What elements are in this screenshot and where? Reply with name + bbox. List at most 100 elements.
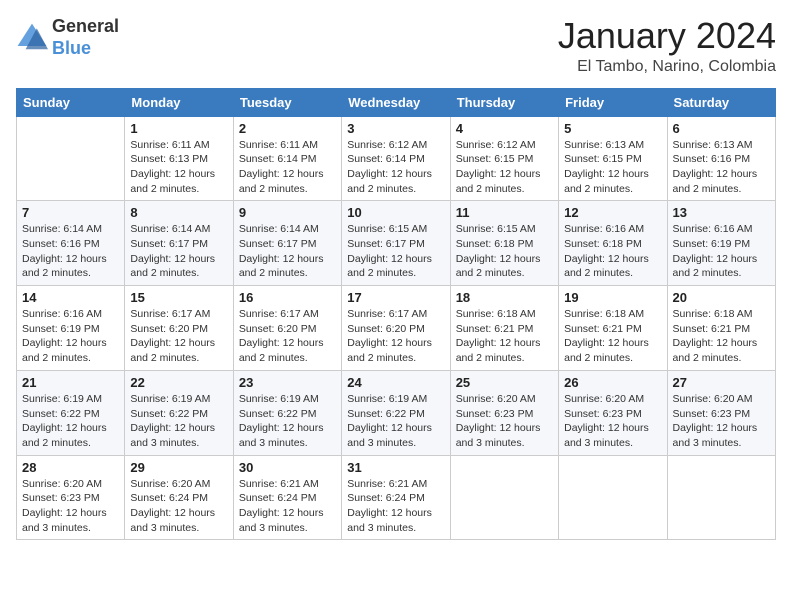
calendar-week-row: 21 Sunrise: 6:19 AM Sunset: 6:22 PM Dayli… (17, 370, 776, 455)
day-number: 16 (239, 290, 336, 305)
calendar-day-cell (559, 455, 667, 540)
calendar-day-cell: 20Sunrise: 6:18 AM Sunset: 6:21 PM Dayli… (667, 286, 775, 371)
day-number: 3 (347, 121, 444, 136)
calendar-day-cell (17, 116, 125, 201)
day-number: 19 (564, 290, 661, 305)
day-info: Sunrise: 6:18 AM Sunset: 6:21 PM Dayligh… (456, 307, 553, 366)
day-info: Sunrise: 6:11 AM Sunset: 6:13 PM Dayligh… (130, 138, 227, 197)
day-info: Sunrise: 6:15 AM Sunset: 6:18 PM Dayligh… (456, 222, 553, 281)
day-number: 22 (130, 375, 227, 390)
calendar-week-row: 28 Sunrise: 6:20 AM Sunset: 6:23 PM Dayli… (17, 455, 776, 540)
day-info: Sunrise: 6:21 AM Sunset: 6:24 PM Dayligh… (347, 477, 444, 536)
calendar-day-cell (450, 455, 558, 540)
calendar-day-cell: 12 Sunrise: 6:16 AM Sunset: 6:18 PM Dayli… (559, 201, 667, 286)
calendar-day-cell: 15 Sunrise: 6:17 AM Sunset: 6:20 PM Dayli… (125, 286, 233, 371)
calendar-day-cell: 5 Sunrise: 6:13 AM Sunset: 6:15 PM Daylig… (559, 116, 667, 201)
calendar-day-cell: 6Sunrise: 6:13 AM Sunset: 6:16 PM Daylig… (667, 116, 775, 201)
day-info: Sunrise: 6:19 AM Sunset: 6:22 PM Dayligh… (130, 392, 227, 451)
calendar-day-cell: 1Sunrise: 6:11 AM Sunset: 6:13 PM Daylig… (125, 116, 233, 201)
day-info: Sunrise: 6:19 AM Sunset: 6:22 PM Dayligh… (22, 392, 119, 451)
day-info: Sunrise: 6:16 AM Sunset: 6:19 PM Dayligh… (673, 222, 770, 281)
calendar-day-cell: 3 Sunrise: 6:12 AM Sunset: 6:14 PM Daylig… (342, 116, 450, 201)
day-info: Sunrise: 6:12 AM Sunset: 6:14 PM Dayligh… (347, 138, 444, 197)
day-number: 17 (347, 290, 444, 305)
calendar-week-row: 14 Sunrise: 6:16 AM Sunset: 6:19 PM Dayli… (17, 286, 776, 371)
title-block: January 2024 El Tambo, Narino, Colombia (558, 16, 776, 76)
day-info: Sunrise: 6:11 AM Sunset: 6:14 PM Dayligh… (239, 138, 336, 197)
day-info: Sunrise: 6:12 AM Sunset: 6:15 PM Dayligh… (456, 138, 553, 197)
day-info: Sunrise: 6:20 AM Sunset: 6:24 PM Dayligh… (130, 477, 227, 536)
day-number: 13 (673, 205, 770, 220)
day-info: Sunrise: 6:15 AM Sunset: 6:17 PM Dayligh… (347, 222, 444, 281)
day-info: Sunrise: 6:18 AM Sunset: 6:21 PM Dayligh… (673, 307, 770, 366)
day-number: 29 (130, 460, 227, 475)
day-number: 6 (673, 121, 770, 136)
day-of-week-header: Thursday (450, 88, 558, 116)
day-number: 27 (673, 375, 770, 390)
day-number: 21 (22, 375, 119, 390)
day-of-week-header: Wednesday (342, 88, 450, 116)
calendar-day-cell: 26 Sunrise: 6:20 AM Sunset: 6:23 PM Dayli… (559, 370, 667, 455)
logo-text: GeneralBlue (52, 16, 119, 59)
day-number: 8 (130, 205, 227, 220)
calendar-day-cell: 25 Sunrise: 6:20 AM Sunset: 6:23 PM Dayli… (450, 370, 558, 455)
day-number: 12 (564, 205, 661, 220)
day-info: Sunrise: 6:20 AM Sunset: 6:23 PM Dayligh… (564, 392, 661, 451)
day-info: Sunrise: 6:17 AM Sunset: 6:20 PM Dayligh… (130, 307, 227, 366)
calendar-day-cell: 16 Sunrise: 6:17 AM Sunset: 6:20 PM Dayli… (233, 286, 341, 371)
calendar-day-cell: 19Sunrise: 6:18 AM Sunset: 6:21 PM Dayli… (559, 286, 667, 371)
day-info: Sunrise: 6:20 AM Sunset: 6:23 PM Dayligh… (456, 392, 553, 451)
calendar-day-cell (667, 455, 775, 540)
page-header: GeneralBlue January 2024 El Tambo, Narin… (16, 16, 776, 76)
calendar-day-cell: 17 Sunrise: 6:17 AM Sunset: 6:20 PM Dayli… (342, 286, 450, 371)
day-number: 28 (22, 460, 119, 475)
calendar-week-row: 1Sunrise: 6:11 AM Sunset: 6:13 PM Daylig… (17, 116, 776, 201)
day-of-week-header: Saturday (667, 88, 775, 116)
calendar-week-row: 7 Sunrise: 6:14 AM Sunset: 6:16 PM Daylig… (17, 201, 776, 286)
location-subtitle: El Tambo, Narino, Colombia (558, 58, 776, 76)
day-number: 4 (456, 121, 553, 136)
calendar-day-cell: 22 Sunrise: 6:19 AM Sunset: 6:22 PM Dayli… (125, 370, 233, 455)
calendar-table: SundayMondayTuesdayWednesdayThursdayFrid… (16, 88, 776, 541)
calendar-day-cell: 9Sunrise: 6:14 AM Sunset: 6:17 PM Daylig… (233, 201, 341, 286)
month-year-title: January 2024 (558, 16, 776, 56)
day-info: Sunrise: 6:17 AM Sunset: 6:20 PM Dayligh… (239, 307, 336, 366)
day-info: Sunrise: 6:16 AM Sunset: 6:18 PM Dayligh… (564, 222, 661, 281)
day-number: 25 (456, 375, 553, 390)
day-info: Sunrise: 6:14 AM Sunset: 6:17 PM Dayligh… (130, 222, 227, 281)
day-number: 11 (456, 205, 553, 220)
day-info: Sunrise: 6:17 AM Sunset: 6:20 PM Dayligh… (347, 307, 444, 366)
day-number: 15 (130, 290, 227, 305)
day-of-week-header: Friday (559, 88, 667, 116)
calendar-day-cell: 14 Sunrise: 6:16 AM Sunset: 6:19 PM Dayli… (17, 286, 125, 371)
day-number: 7 (22, 205, 119, 220)
day-number: 23 (239, 375, 336, 390)
day-info: Sunrise: 6:14 AM Sunset: 6:16 PM Dayligh… (22, 222, 119, 281)
day-info: Sunrise: 6:13 AM Sunset: 6:15 PM Dayligh… (564, 138, 661, 197)
calendar-day-cell: 30 Sunrise: 6:21 AM Sunset: 6:24 PM Dayli… (233, 455, 341, 540)
day-of-week-header: Tuesday (233, 88, 341, 116)
day-number: 18 (456, 290, 553, 305)
calendar-day-cell: 4 Sunrise: 6:12 AM Sunset: 6:15 PM Daylig… (450, 116, 558, 201)
day-number: 30 (239, 460, 336, 475)
day-number: 31 (347, 460, 444, 475)
calendar-day-cell: 28 Sunrise: 6:20 AM Sunset: 6:23 PM Dayli… (17, 455, 125, 540)
calendar-day-cell: 18 Sunrise: 6:18 AM Sunset: 6:21 PM Dayli… (450, 286, 558, 371)
day-number: 5 (564, 121, 661, 136)
calendar-day-cell: 29 Sunrise: 6:20 AM Sunset: 6:24 PM Dayli… (125, 455, 233, 540)
day-number: 26 (564, 375, 661, 390)
day-number: 9 (239, 205, 336, 220)
calendar-header-row: SundayMondayTuesdayWednesdayThursdayFrid… (17, 88, 776, 116)
day-of-week-header: Monday (125, 88, 233, 116)
calendar-day-cell: 21 Sunrise: 6:19 AM Sunset: 6:22 PM Dayli… (17, 370, 125, 455)
calendar-day-cell: 8 Sunrise: 6:14 AM Sunset: 6:17 PM Daylig… (125, 201, 233, 286)
day-number: 14 (22, 290, 119, 305)
day-info: Sunrise: 6:21 AM Sunset: 6:24 PM Dayligh… (239, 477, 336, 536)
day-info: Sunrise: 6:20 AM Sunset: 6:23 PM Dayligh… (22, 477, 119, 536)
day-info: Sunrise: 6:16 AM Sunset: 6:19 PM Dayligh… (22, 307, 119, 366)
day-info: Sunrise: 6:19 AM Sunset: 6:22 PM Dayligh… (347, 392, 444, 451)
calendar-day-cell: 13 Sunrise: 6:16 AM Sunset: 6:19 PM Dayli… (667, 201, 775, 286)
logo-icon (16, 22, 48, 54)
logo: GeneralBlue (16, 16, 119, 59)
calendar-day-cell: 11 Sunrise: 6:15 AM Sunset: 6:18 PM Dayli… (450, 201, 558, 286)
